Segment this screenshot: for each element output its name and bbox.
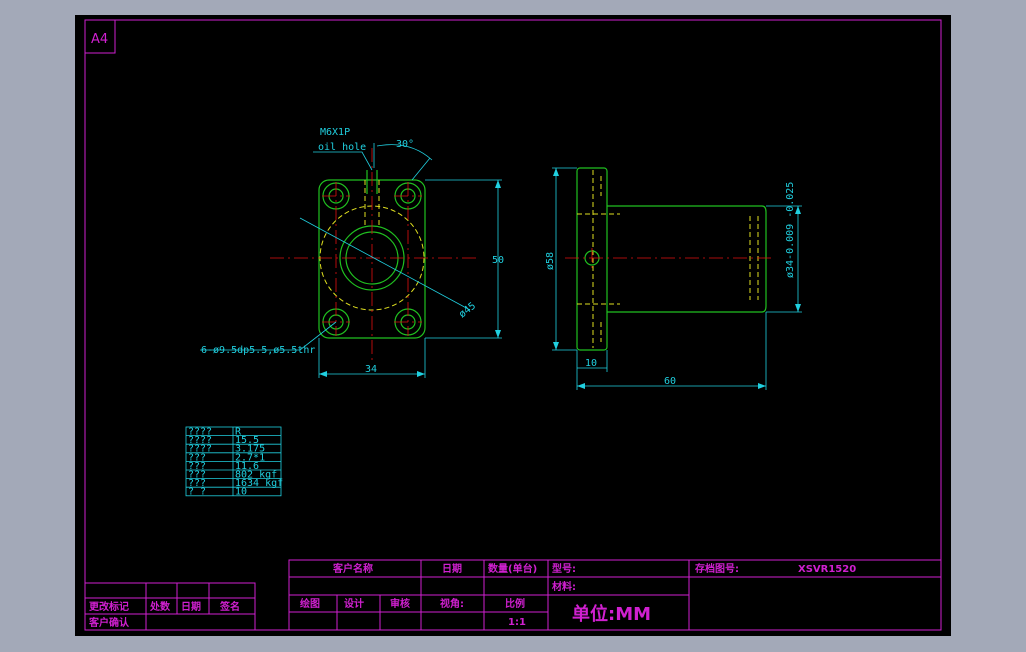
- oil-hole-label: oil hole: [318, 142, 366, 153]
- tb-archive-value: XSVR1520: [798, 564, 856, 575]
- tb-scale-label: 比例: [505, 597, 525, 610]
- dim-flange-thk-text: 10: [585, 358, 597, 369]
- hole-note-text: 6-ø9.5dp5.5,ø5.5thr: [201, 345, 315, 356]
- cad-drawing: A4 50 34 ø45 M6X1P oil hole 30° 6-ø9.5dp…: [75, 15, 951, 636]
- angle-text: 30°: [396, 139, 414, 150]
- rev-customer-confirm: 客户确认: [88, 616, 130, 629]
- oil-hole-spec: M6X1P: [320, 127, 350, 138]
- dim-width-text: 34: [365, 364, 377, 375]
- dim-body-dia-text: ø34-0.009 -0.025: [785, 182, 796, 278]
- tb-review: 审核: [390, 597, 410, 610]
- dim-height-text: 50: [492, 255, 504, 266]
- tb-unit: 单位:MM: [572, 603, 651, 625]
- rev-date: 日期: [181, 600, 201, 613]
- tb-scale-value: 1:1: [508, 617, 526, 628]
- tb-archive-no: 存档图号:: [695, 562, 739, 575]
- tb-material: 材料:: [552, 580, 576, 593]
- dim-length-text: 60: [664, 376, 676, 387]
- spec-table-key: ? ?: [188, 487, 206, 498]
- rev-sign: 签名: [219, 600, 240, 613]
- tb-quantity: 数量(单台): [488, 562, 537, 575]
- spec-table-value: 10: [235, 487, 247, 498]
- tb-model: 型号:: [552, 562, 576, 575]
- drawing-canvas: [75, 15, 951, 636]
- dim-flange-dia-text: ø58: [545, 252, 556, 270]
- tb-date: 日期: [442, 562, 462, 575]
- rev-change-mark: 更改标记: [89, 600, 129, 613]
- tb-design: 设计: [344, 597, 364, 610]
- rev-count: 处数: [149, 600, 171, 613]
- tb-customer-name: 客户名称: [332, 562, 373, 575]
- tb-view-angle: 视角:: [440, 597, 464, 610]
- tb-draw: 绘图: [300, 597, 320, 610]
- sheet-size-label: A4: [91, 32, 108, 47]
